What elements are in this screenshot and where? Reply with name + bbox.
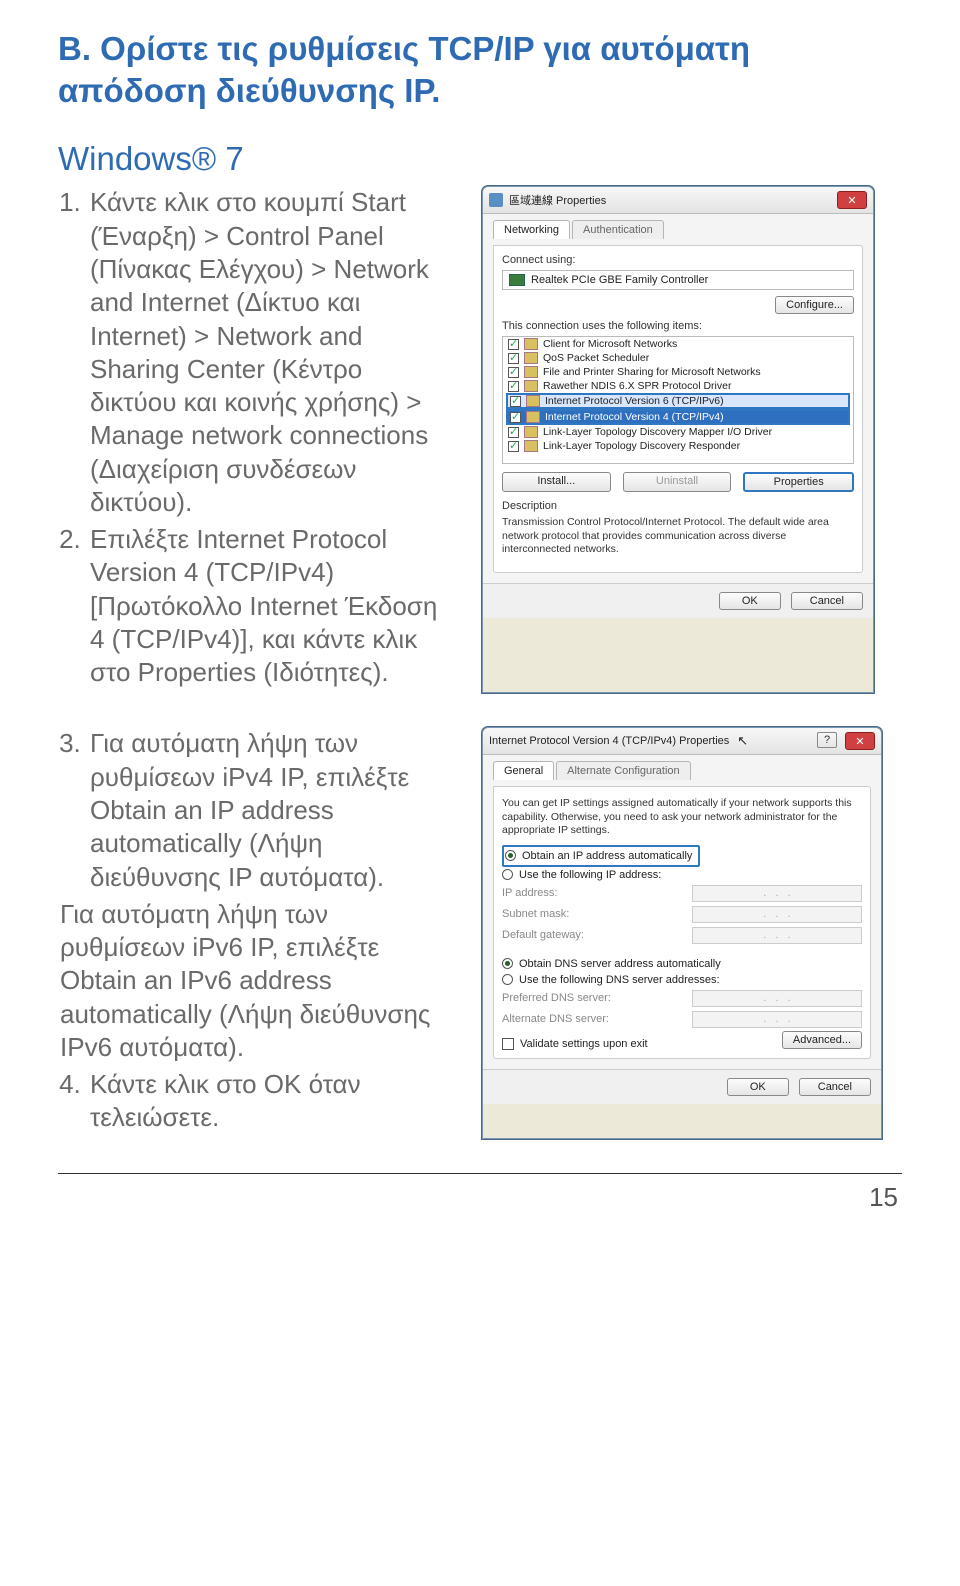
step-3: Για αυτόματη λήψη των ρυθμίσεων iPv4 IP,…	[88, 727, 450, 893]
label-pdns: Preferred DNS server:	[502, 992, 611, 1004]
connect-using-label: Connect using:	[502, 254, 854, 266]
list-item[interactable]: Link-Layer Topology Discovery Responder	[503, 439, 853, 453]
ip-input[interactable]: . . .	[692, 885, 862, 902]
list-item[interactable]: Link-Layer Topology Discovery Mapper I/O…	[503, 425, 853, 439]
page-number: 15	[58, 1182, 902, 1213]
radio-use-ip[interactable]: Use the following IP address:	[502, 867, 862, 883]
pdns-input[interactable]: . . .	[692, 990, 862, 1007]
advanced-button[interactable]: Advanced...	[782, 1031, 862, 1049]
close-button[interactable]: ✕	[845, 732, 875, 750]
cursor-icon: ↖	[737, 733, 748, 749]
uninstall-button[interactable]: Uninstall	[623, 472, 732, 492]
step-2: Επιλέξτε Internet Protocol Version 4 (TC…	[88, 523, 450, 689]
tab-networking[interactable]: Networking	[493, 220, 570, 239]
intro-text: You can get IP settings assigned automat…	[502, 797, 862, 836]
close-button[interactable]: ✕	[837, 191, 867, 209]
gateway-input[interactable]: . . .	[692, 927, 862, 944]
window-title: 區域連線 Properties	[509, 192, 606, 208]
checkbox-validate[interactable]: Validate settings upon exit	[502, 1038, 648, 1050]
list-item[interactable]: QoS Packet Scheduler	[503, 351, 853, 365]
checkbox-icon	[502, 1038, 514, 1050]
window-icon	[489, 193, 503, 207]
radio-dot-icon	[502, 958, 513, 969]
heading-text: Ορίστε τις ρυθμίσεις TCP/IP για αυτόματη…	[58, 30, 750, 109]
uses-items-label: This connection uses the following items…	[502, 320, 854, 332]
radio-use-dns[interactable]: Use the following DNS server addresses:	[502, 972, 862, 988]
tab-authentication[interactable]: Authentication	[572, 220, 664, 239]
step-1: Κάντε κλικ στο κουμπί Start (Έναρξη) > C…	[88, 186, 450, 519]
description-label: Description	[502, 500, 854, 512]
properties-button[interactable]: Properties	[743, 472, 854, 492]
radio-obtain-ip-highlight: Obtain an IP address automatically	[502, 845, 700, 867]
description-text: Transmission Control Protocol/Internet P…	[502, 516, 854, 555]
section-heading: B. Ορίστε τις ρυθμίσεις TCP/IP για αυτόμ…	[58, 28, 902, 112]
step-4: Κάντε κλικ στο OK όταν τελειώσετε.	[88, 1068, 450, 1135]
steps-list-b: Για αυτόματη λήψη των ρυθμίσεων iPv4 IP,…	[58, 727, 450, 1134]
ok-button[interactable]: OK	[719, 592, 781, 610]
adns-input[interactable]: . . .	[692, 1011, 862, 1028]
footer-rule	[58, 1173, 902, 1174]
items-listbox[interactable]: Client for Microsoft Networks QoS Packet…	[502, 336, 854, 464]
radio-obtain-ip[interactable]: Obtain an IP address automatically	[505, 848, 692, 864]
window-title: Internet Protocol Version 4 (TCP/IPv4) P…	[489, 735, 729, 747]
radio-dot-icon	[502, 869, 513, 880]
list-item[interactable]: Rawether NDIS 6.X SPR Protocol Driver	[503, 379, 853, 393]
cancel-button[interactable]: Cancel	[791, 592, 863, 610]
radio-obtain-dns[interactable]: Obtain DNS server address automatically	[502, 956, 862, 972]
tab-general[interactable]: General	[493, 761, 554, 780]
configure-button[interactable]: Configure...	[775, 296, 854, 314]
label-gateway: Default gateway:	[502, 929, 584, 941]
heading-prefix: B.	[58, 30, 91, 67]
ok-button[interactable]: OK	[727, 1078, 789, 1096]
tab-alternate[interactable]: Alternate Configuration	[556, 761, 691, 780]
list-item[interactable]: File and Printer Sharing for Microsoft N…	[503, 365, 853, 379]
label-ip: IP address:	[502, 887, 557, 899]
radio-dot-icon	[502, 974, 513, 985]
list-item[interactable]: Client for Microsoft Networks	[503, 337, 853, 351]
radio-dot-icon	[505, 850, 516, 861]
adapter-field: Realtek PCIe GBE Family Controller	[502, 270, 854, 290]
steps-list-a: Κάντε κλικ στο κουμπί Start (Έναρξη) > C…	[58, 186, 450, 689]
mask-input[interactable]: . . .	[692, 906, 862, 923]
list-item-ipv6[interactable]: Internet Protocol Version 6 (TCP/IPv6)	[506, 393, 850, 409]
adapter-name: Realtek PCIe GBE Family Controller	[531, 274, 708, 286]
cancel-button[interactable]: Cancel	[799, 1078, 871, 1096]
install-button[interactable]: Install...	[502, 472, 611, 492]
network-adapter-icon	[509, 274, 525, 286]
list-item-ipv4-selected[interactable]: Internet Protocol Version 4 (TCP/IPv4)	[506, 409, 850, 425]
step-3b: Για αυτόματη λήψη των ρυθμίσεων iPv6 IP,…	[58, 898, 450, 1064]
subheading-windows7: Windows® 7	[58, 140, 902, 178]
label-mask: Subnet mask:	[502, 908, 569, 920]
label-adns: Alternate DNS server:	[502, 1013, 609, 1025]
dialog-ipv4-properties: Internet Protocol Version 4 (TCP/IPv4) P…	[482, 727, 882, 1138]
dialog-connection-properties: 區域連線 Properties ✕ Networking Authenticat…	[482, 186, 874, 693]
help-button[interactable]: ?	[817, 732, 837, 748]
